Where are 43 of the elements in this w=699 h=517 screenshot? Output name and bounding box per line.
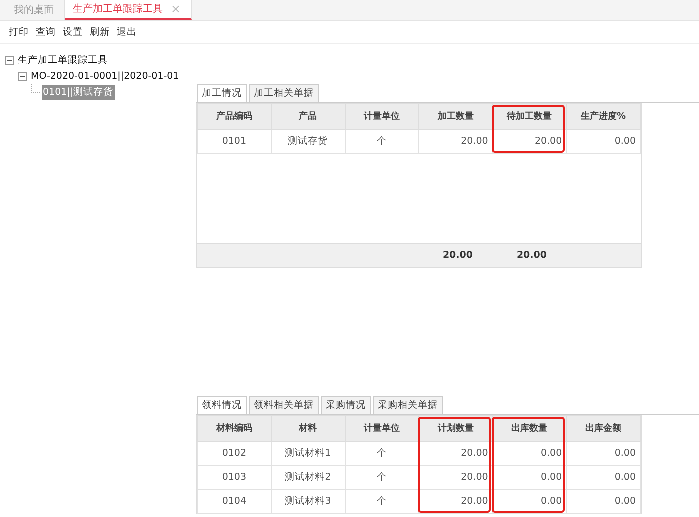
tree-item[interactable]: MO-2020-01-0001||2020-01-01 — [30, 70, 180, 82]
tab[interactable]: 采购相关单据 — [373, 396, 443, 414]
tab[interactable]: 采购情况 — [321, 396, 371, 414]
toolbar-button[interactable]: 设置 — [63, 26, 83, 38]
table-cell: 测试存货 — [271, 130, 346, 154]
tab[interactable]: 领料相关单据 — [249, 396, 319, 414]
column-header[interactable]: 出库金额 — [566, 416, 640, 442]
table-cell: 测试材料2 — [271, 466, 346, 490]
table-cell: 0.00 — [492, 490, 567, 514]
table-cell: 0.00 — [566, 466, 640, 490]
table-cell: 0101 — [198, 130, 272, 154]
table-cell: 测试材料1 — [271, 442, 346, 466]
collapse-icon[interactable] — [5, 56, 14, 64]
table-cell: 0.00 — [566, 442, 640, 466]
table-cell: 0104 — [198, 490, 272, 514]
column-header[interactable]: 计量单位 — [345, 416, 419, 442]
total-cell: 20.00 — [493, 244, 567, 268]
column-header[interactable]: 材料 — [271, 416, 346, 442]
toolbar-button[interactable]: 刷新 — [90, 26, 110, 38]
column-header[interactable]: 加工数量 — [418, 104, 493, 130]
toolbar-button[interactable]: 打印 — [9, 26, 29, 38]
column-header[interactable]: 产品 — [271, 104, 346, 130]
table-cell: 0.00 — [492, 466, 567, 490]
table-cell: 0.00 — [566, 490, 640, 514]
table-cell: 0103 — [198, 466, 272, 490]
tab[interactable]: 领料情况 — [197, 396, 247, 414]
tab[interactable]: 加工相关单据 — [249, 84, 319, 102]
table-cell: 测试材料3 — [271, 490, 346, 514]
total-cell: 20.00 — [419, 244, 493, 268]
table-cell: 0102 — [198, 442, 272, 466]
document-tab[interactable]: 生产加工单跟踪工具 × — [65, 0, 192, 20]
tree-connector — [31, 84, 40, 92]
collapse-icon[interactable] — [18, 72, 27, 80]
toolbar-button[interactable]: 退出 — [117, 26, 137, 38]
toolbar-button[interactable]: 查询 — [36, 26, 56, 38]
column-header[interactable]: 产品编码 — [198, 104, 272, 130]
table-cell: 个 — [345, 130, 419, 154]
column-header[interactable]: 计量单位 — [345, 104, 419, 130]
tree-item[interactable]: 生产加工单跟踪工具 — [17, 52, 109, 68]
tab[interactable]: 加工情况 — [197, 84, 247, 102]
column-header[interactable]: 材料编码 — [198, 416, 272, 442]
table-cell: 0.00 — [566, 130, 640, 154]
column-header[interactable]: 生产进度% — [566, 104, 640, 130]
